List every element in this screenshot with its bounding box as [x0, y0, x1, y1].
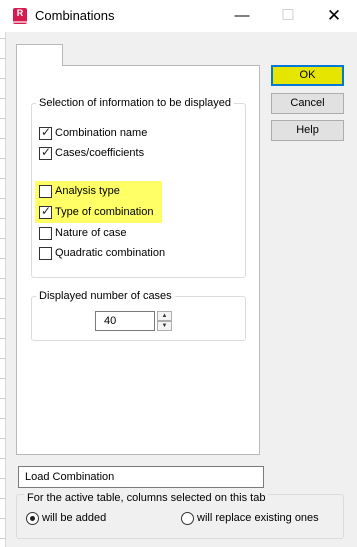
columns-group-title: For the active table, columns selected o…: [24, 492, 269, 505]
app-logo-icon: R: [13, 8, 27, 24]
label-analysis-type: Analysis type: [55, 185, 120, 197]
combination-name-field[interactable]: Load Combination: [18, 466, 264, 488]
checkmark-icon: ✓: [41, 204, 52, 218]
background-grid-edge: [0, 32, 6, 547]
label-will-replace: will replace existing ones: [197, 512, 319, 524]
help-button[interactable]: Help: [271, 120, 344, 141]
checkbox-type-of-combination[interactable]: ✓: [39, 204, 52, 219]
label-combination-name: Combination name: [55, 127, 148, 139]
close-button[interactable]: ✕: [311, 0, 357, 32]
checkbox-cases-coefficients[interactable]: ✓: [39, 145, 52, 160]
radio-will-be-added[interactable]: [26, 512, 39, 525]
arrow-down-icon: ▼: [161, 323, 168, 329]
spin-up-button[interactable]: ▲: [157, 311, 172, 321]
checkbox-combination-name[interactable]: ✓: [39, 125, 52, 140]
ok-button[interactable]: OK: [271, 65, 344, 86]
checkbox-analysis-type[interactable]: [39, 185, 52, 198]
label-cases-coefficients: Cases/coefficients: [55, 147, 145, 159]
arrow-up-icon: ▲: [161, 313, 168, 319]
spin-down-button[interactable]: ▼: [157, 321, 172, 331]
checkbox-quadratic-combination[interactable]: [39, 247, 52, 260]
checkbox-nature-of-case[interactable]: [39, 227, 52, 240]
tab-display[interactable]: [16, 44, 63, 66]
label-nature-of-case: Nature of case: [55, 227, 127, 239]
radio-will-replace[interactable]: [181, 512, 194, 525]
minimize-icon: —: [234, 7, 250, 24]
selection-group-title: Selection of information to be displayed: [36, 97, 235, 110]
minimize-button[interactable]: —: [219, 0, 265, 32]
maximize-button[interactable]: ☐: [265, 0, 311, 32]
label-will-be-added: will be added: [42, 512, 107, 524]
maximize-icon: ☐: [281, 7, 295, 24]
cases-count-input[interactable]: 40: [95, 311, 155, 331]
close-icon: ✕: [326, 6, 342, 25]
window-title: Combinations: [35, 8, 115, 23]
radio-selected-dot: [30, 516, 35, 521]
cancel-button[interactable]: Cancel: [271, 93, 344, 114]
checkmark-icon: ✓: [41, 125, 52, 139]
label-type-of-combination: Type of combination: [55, 206, 154, 218]
label-quadratic-combination: Quadratic combination: [55, 247, 166, 259]
checkmark-icon: ✓: [41, 145, 52, 159]
cases-group-title: Displayed number of cases: [36, 290, 175, 303]
